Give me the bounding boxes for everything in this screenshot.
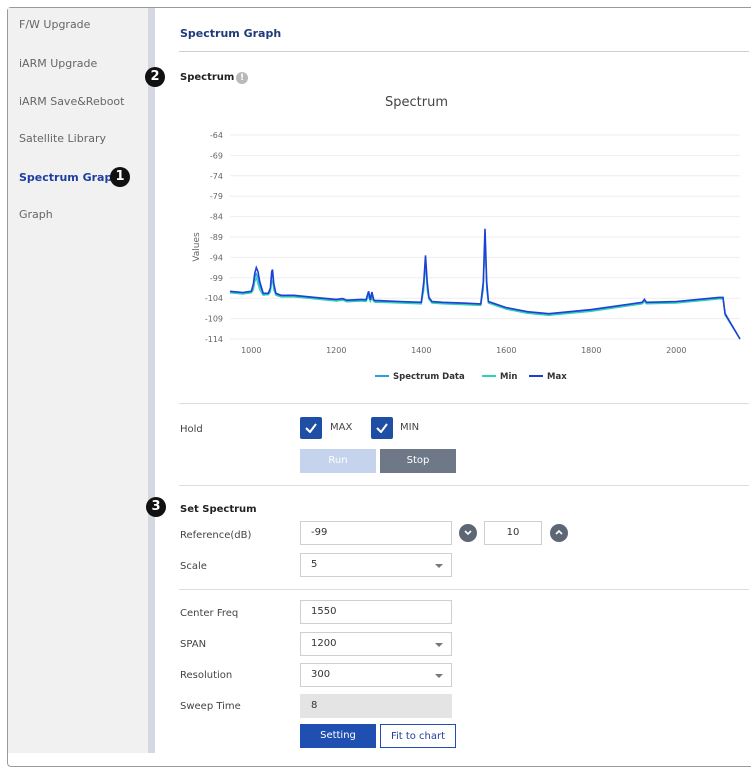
reference-input[interactable]: -99	[300, 521, 452, 545]
min-checkbox[interactable]	[371, 417, 393, 439]
fit-to-chart-button[interactable]: Fit to chart	[380, 724, 456, 748]
page-title: Spectrum Graph	[180, 27, 282, 40]
y-tick-label: -109	[205, 315, 223, 324]
y-tick-label: -99	[210, 274, 223, 283]
span-label: SPAN	[180, 639, 207, 650]
x-tick-label: 1800	[581, 346, 601, 355]
run-button[interactable]: Run	[300, 449, 376, 473]
hold-label: Hold	[180, 424, 203, 435]
min-checkbox-label: MIN	[400, 422, 420, 433]
scale-select[interactable]: 5	[300, 553, 452, 577]
title-divider	[179, 51, 749, 52]
sidebar-item-satellite-library[interactable]: Satellite Library	[19, 132, 106, 145]
y-tick-label: -114	[205, 335, 223, 344]
center-freq-input[interactable]: 1550	[300, 600, 452, 624]
chevron-up-icon	[555, 529, 563, 535]
x-tick-label: 1000	[241, 346, 261, 355]
setting-button[interactable]: Setting	[300, 724, 376, 748]
y-tick-label: -64	[210, 131, 223, 140]
y-tick-label: -104	[205, 294, 223, 303]
divider-2	[179, 485, 749, 486]
chart-y-axis-label: Values	[192, 232, 202, 262]
chevron-down-icon	[464, 530, 472, 536]
x-tick-label: 1200	[326, 346, 346, 355]
reference-label: Reference(dB)	[180, 530, 252, 541]
sidebar-item-spectrum-graph[interactable]: Spectrum Graph	[19, 171, 120, 184]
y-tick-label: -89	[210, 233, 223, 242]
spectrum-chart: -64 -69 -74 -79 -84 -89 -94 -99 -104 -109 -114 100…	[192, 131, 741, 382]
sweep-time-label: Sweep Time	[180, 701, 241, 712]
check-icon	[376, 423, 388, 433]
max-checkbox-label: MAX	[330, 422, 353, 433]
chart-x-ticks: 1000 1200 1400 1600 1800 2000	[241, 346, 686, 355]
callout-badge-1: 1	[110, 167, 130, 187]
spectrum-section-title: Spectrum	[180, 72, 235, 83]
scale-label: Scale	[180, 561, 207, 572]
sidebar-item-iarm-upgrade[interactable]: iARM Upgrade	[19, 57, 97, 70]
y-tick-label: -74	[210, 172, 223, 181]
y-tick-label: -94	[210, 253, 223, 262]
span-select[interactable]: 1200	[300, 632, 452, 656]
center-freq-label: Center Freq	[180, 608, 239, 619]
chart-title: Spectrum	[385, 95, 448, 110]
stop-button[interactable]: Stop	[380, 449, 456, 473]
step-input[interactable]: 10	[484, 521, 542, 545]
info-icon[interactable]: !	[236, 72, 248, 84]
divider-1	[179, 403, 749, 404]
decrease-button[interactable]	[459, 524, 477, 542]
divider-3	[179, 589, 749, 590]
sidebar-item-fw-upgrade[interactable]: F/W Upgrade	[19, 18, 90, 31]
legend-label: Min	[500, 372, 517, 382]
increase-button[interactable]	[550, 524, 568, 542]
max-checkbox[interactable]	[300, 417, 322, 439]
sidebar-item-graph[interactable]: Graph	[19, 208, 53, 221]
resolution-label: Resolution	[180, 670, 233, 681]
main-content: Spectrum Graph Spectrum ! Spectrum -64 -6…	[155, 8, 751, 753]
set-spectrum-title: Set Spectrum	[180, 504, 257, 515]
y-tick-label: -84	[210, 213, 223, 222]
y-tick-label: -69	[210, 151, 223, 160]
chart-legend: Spectrum Data Min Max	[375, 372, 567, 382]
sidebar: F/W Upgrade iARM Upgrade iARM Save&Reboo…	[8, 8, 148, 753]
sidebar-scroll-rail	[148, 8, 155, 753]
resolution-select[interactable]: 300	[300, 663, 452, 687]
legend-label: Spectrum Data	[393, 372, 465, 382]
y-tick-label: -79	[210, 192, 223, 201]
sweep-time-input: 8	[300, 694, 452, 718]
x-tick-label: 1600	[496, 346, 516, 355]
x-tick-label: 2000	[666, 346, 686, 355]
series-line-max	[229, 228, 741, 340]
x-tick-label: 1400	[411, 346, 431, 355]
check-icon	[305, 423, 317, 433]
legend-label: Max	[547, 372, 567, 382]
chart-y-ticks: -64 -69 -74 -79 -84 -89 -94 -99 -104 -109 -114	[205, 131, 223, 344]
sidebar-item-iarm-save-reboot[interactable]: iARM Save&Reboot	[19, 95, 124, 108]
chart-series	[229, 228, 741, 340]
